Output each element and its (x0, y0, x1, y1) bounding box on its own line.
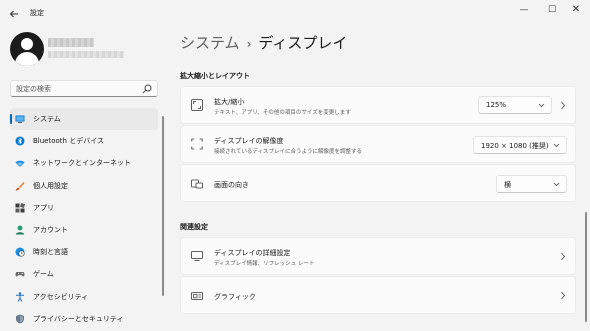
search-input[interactable] (16, 83, 136, 95)
orientation-title: 画面の向き (214, 181, 249, 189)
orientation-dropdown[interactable]: 横 (496, 175, 567, 193)
sidebar-item-label: 時刻と言語 (33, 248, 68, 257)
sidebar-item-network[interactable]: ネットワークとインターネット (10, 152, 158, 174)
chevron-down-icon (538, 103, 545, 108)
avatar-body (15, 52, 39, 66)
wifi-icon (15, 161, 25, 168)
sidebar-item-label: 個人用設定 (33, 181, 68, 190)
minimize-button[interactable]: — (510, 0, 538, 20)
scale-card[interactable]: 拡大/縮小 テキスト、アプリ、その他の項目のサイズを変更します 125% (180, 86, 576, 124)
resolution-title: ディスプレイの解像度 (214, 137, 284, 145)
sidebar-item-system[interactable]: システム (10, 108, 158, 131)
scale-icon (191, 99, 203, 111)
avatar-head (21, 38, 33, 50)
scale-value: 125% (486, 101, 507, 109)
avatar[interactable] (10, 32, 44, 66)
graphics-title: グラフィック (214, 293, 256, 301)
section-heading-scale-layout: 拡大縮小とレイアウト (180, 72, 250, 80)
chevron-down-icon (553, 182, 560, 187)
sidebar-item-label: アクセシビリティ (33, 292, 89, 301)
title-bar: 設定 — ☐ ✕ (0, 0, 590, 28)
monitor-icon (191, 251, 203, 261)
search-icon[interactable] (142, 84, 152, 94)
orientation-value: 横 (504, 181, 511, 189)
sidebar-item-accessibility[interactable]: アクセシビリティ (10, 286, 158, 308)
sidebar-item-label: ネットワークとインターネット (33, 159, 131, 168)
shield-icon (16, 314, 24, 324)
search-box[interactable] (10, 80, 158, 97)
advanced-display-title: ディスプレイの詳細設定 (214, 249, 291, 257)
app-title: 設定 (30, 9, 44, 17)
paintbrush-icon (15, 181, 25, 191)
sidebar-item-label: アカウント (33, 225, 68, 234)
advanced-display-card[interactable]: ディスプレイの詳細設定 ディスプレイ情報、リフレッシュ レート (180, 237, 576, 275)
monitor-icon (15, 115, 25, 123)
back-button[interactable] (6, 6, 22, 22)
scale-subtitle: テキスト、アプリ、その他の項目のサイズを変更します (214, 110, 351, 116)
breadcrumb: システム › ディスプレイ (180, 32, 347, 53)
sidebar-nav: システム Bluetooth とデバイス ネットワークとインターネット 個人用設… (10, 108, 158, 330)
resolution-card[interactable]: ディスプレイの解像度 接続されているディスプレイに合うように解像度を調整する 1… (180, 125, 576, 163)
scale-dropdown[interactable]: 125% (478, 96, 552, 114)
resolution-subtitle: 接続されているディスプレイに合うように解像度を調整する (214, 149, 362, 155)
apps-icon (15, 202, 25, 213)
resolution-value: 1920 × 1080 (推奨) (481, 142, 549, 150)
sidebar-item-label: Bluetooth とデバイス (33, 137, 104, 146)
person-icon (15, 225, 25, 235)
globe-clock-icon (15, 247, 25, 257)
user-name-redacted (48, 38, 94, 47)
chevron-right-icon (561, 252, 566, 261)
sidebar-item-personalization[interactable]: 個人用設定 (10, 175, 158, 197)
chevron-right-icon (561, 291, 566, 300)
bluetooth-icon (15, 136, 25, 146)
sidebar-item-label: ゲーム (33, 270, 54, 279)
graphics-card-icon (191, 292, 203, 300)
scale-title: 拡大/縮小 (214, 98, 245, 106)
sidebar-item-label: プライバシーとセキュリティ (33, 314, 124, 323)
sidebar-item-bluetooth[interactable]: Bluetooth とデバイス (10, 130, 158, 152)
sidebar-item-label: アプリ (33, 203, 54, 212)
sidebar-item-gaming[interactable]: ゲーム (10, 263, 158, 285)
main-scrollbar[interactable] (585, 212, 587, 322)
orientation-card[interactable]: 画面の向き 横 (180, 164, 576, 202)
chevron-right-icon[interactable] (560, 101, 566, 110)
sidebar-item-time-language[interactable]: 時刻と言語 (10, 241, 158, 263)
close-button[interactable]: ✕ (562, 0, 590, 20)
section-heading-related: 関連設定 (180, 223, 208, 231)
page-title: ディスプレイ (258, 34, 348, 52)
accessibility-icon (16, 291, 24, 302)
resolution-icon (191, 138, 203, 150)
arrow-left-icon (9, 10, 18, 18)
sidebar-item-accounts[interactable]: アカウント (10, 219, 158, 241)
user-email-redacted (48, 51, 124, 58)
sidebar-item-label: システム (33, 115, 61, 123)
sidebar-item-apps[interactable]: アプリ (10, 197, 158, 219)
resolution-dropdown[interactable]: 1920 × 1080 (推奨) (473, 136, 567, 154)
graphics-card[interactable]: グラフィック (180, 276, 576, 314)
advanced-display-subtitle: ディスプレイ情報、リフレッシュ レート (214, 261, 315, 267)
breadcrumb-separator: › (246, 37, 252, 51)
sidebar-item-privacy[interactable]: プライバシーとセキュリティ (10, 308, 158, 330)
orientation-icon (191, 179, 203, 189)
chevron-down-icon (553, 143, 560, 148)
sidebar-scrollbar[interactable] (162, 116, 164, 296)
breadcrumb-parent[interactable]: システム (180, 34, 240, 52)
gamepad-icon (15, 272, 25, 277)
